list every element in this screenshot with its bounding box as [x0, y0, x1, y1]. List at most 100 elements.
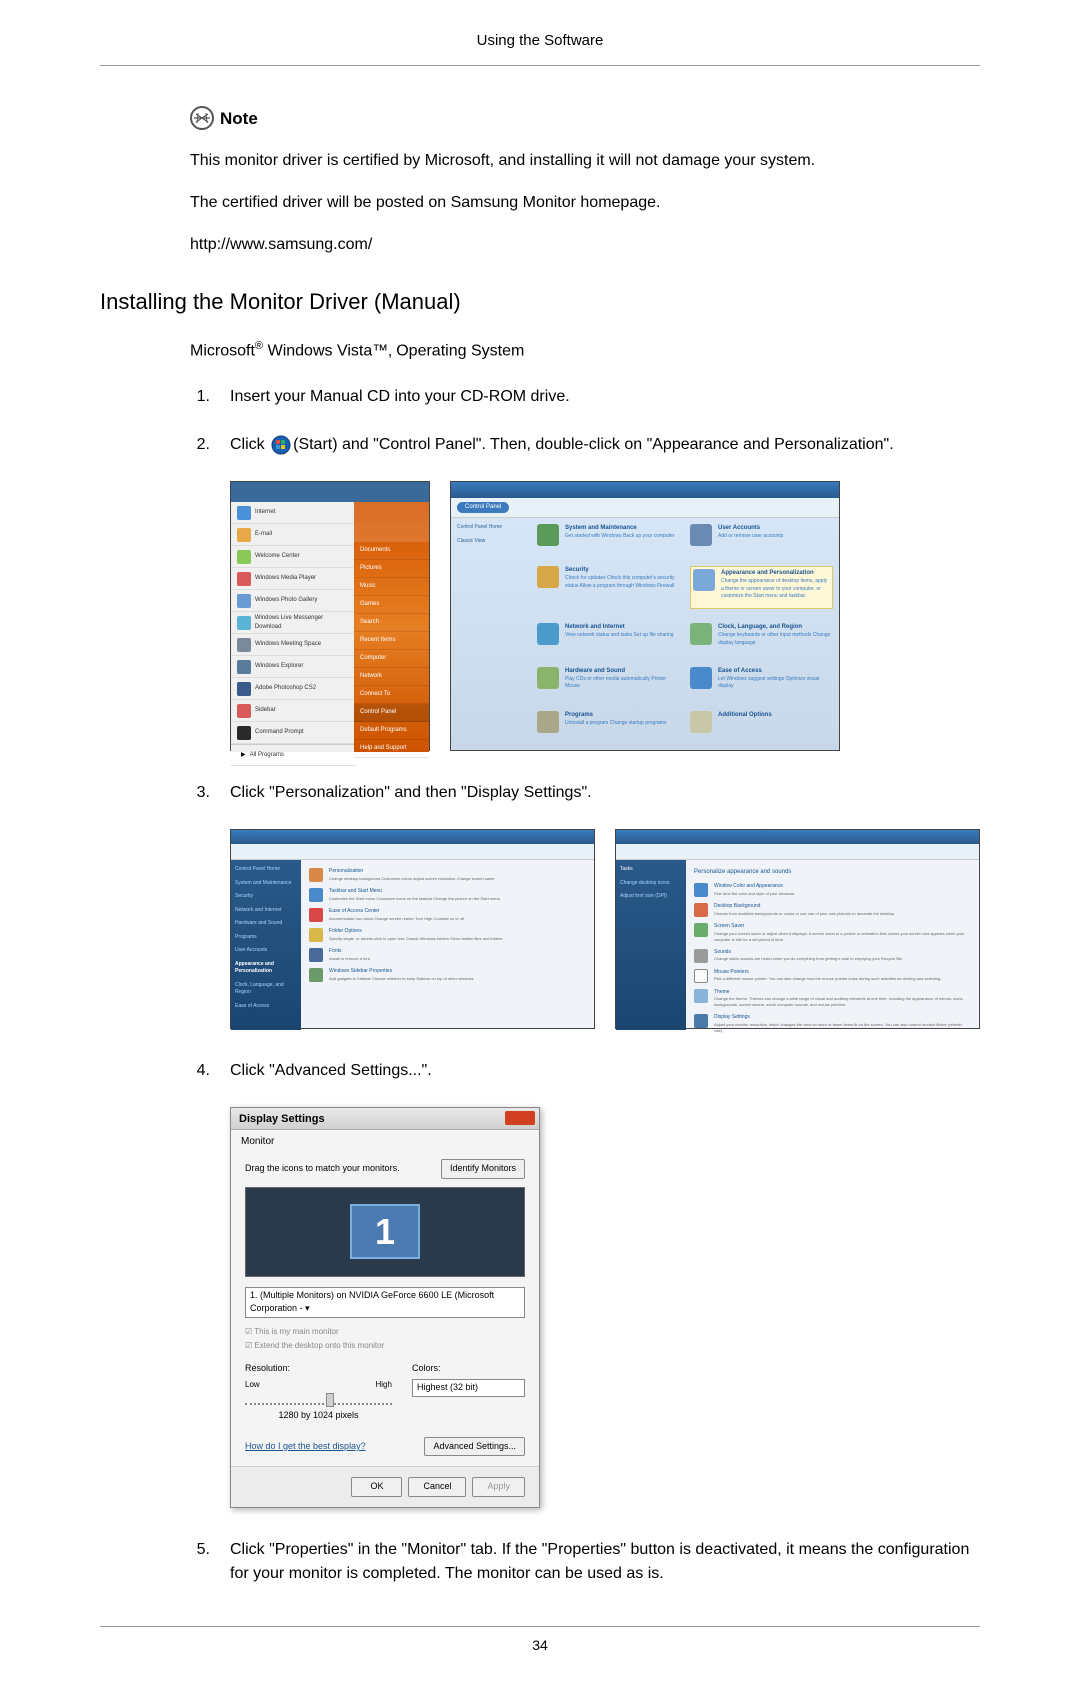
os-suffix: Windows Vista™‚ Operating System	[263, 342, 524, 359]
start-item-label: Sidebar	[255, 706, 276, 715]
screenshot-step-4: Display Settings Monitor Drag the icons …	[230, 1107, 980, 1508]
close-icon[interactable]	[505, 1111, 535, 1125]
item-sub: Change which sounds are heard when you d…	[714, 956, 971, 962]
note-label: Note	[220, 106, 258, 132]
note-line-1: This monitor driver is certified by Micr…	[190, 149, 980, 173]
step-1: 1. Insert your Manual CD into your CD-RO…	[190, 385, 980, 409]
list-item: Display SettingsAdjust your monitor reso…	[694, 1014, 971, 1034]
cp-category-appearance: Appearance and PersonalizationChange the…	[690, 566, 833, 609]
advanced-settings-button[interactable]: Advanced Settings...	[424, 1437, 525, 1457]
sidebar-item: Network and Internet	[235, 907, 297, 915]
item-title: Taskbar and Start Menu	[329, 888, 586, 896]
dialog-title-text: Display Settings	[239, 1113, 325, 1125]
main-monitor-check[interactable]: ☑ This is my main monitor	[245, 1326, 525, 1338]
drag-instruction: Drag the icons to match your monitors.	[245, 1162, 400, 1176]
cp-cat-title: Programs	[565, 711, 666, 720]
item-sub: Choose from available backgrounds or col…	[714, 911, 971, 917]
cp-category: User AccountsAdd or remove user accounts	[690, 524, 833, 552]
appearance-content: PersonalizationChange desktop background…	[301, 860, 594, 1030]
cp-cat-title: Hardware and Sound	[565, 667, 680, 676]
list-item: Music	[354, 578, 429, 596]
identify-button[interactable]: Identify Monitors	[441, 1159, 525, 1179]
cp-cat-sub: Change the appearance of desktop items, …	[721, 578, 830, 601]
mouse-icon	[694, 969, 708, 983]
list-item: Windows Meeting Space	[231, 634, 356, 656]
monitor-preview[interactable]: 1	[245, 1187, 525, 1277]
start-menu-right: Documents Pictures Music Games Search Re…	[354, 502, 429, 752]
globe-icon	[537, 623, 559, 645]
theme-icon	[694, 989, 708, 1003]
sidebar-item: User Accounts	[235, 947, 297, 955]
step-list: 3. Click "Personalization" and then "Dis…	[190, 781, 980, 805]
help-link[interactable]: How do I get the best display?	[245, 1440, 366, 1454]
item-title: Ease of Access Center	[329, 908, 586, 916]
cp-cat-sub: View network status and tasks Set up fil…	[565, 632, 674, 640]
app-icon	[237, 528, 251, 542]
sidebar-item: Adjust font size (DPI)	[620, 893, 682, 901]
step-text: Click "Properties" in the "Monitor" tab.…	[230, 1538, 980, 1586]
slider-thumb[interactable]	[326, 1393, 334, 1407]
list-item: Window Color and AppearanceFine tune the…	[694, 883, 971, 897]
cp-cat-sub: Uninstall a program Change startup progr…	[565, 720, 666, 728]
item-sub: Fine tune the color and style of your wi…	[714, 891, 971, 897]
taskbar-icon	[309, 888, 323, 902]
app-icon	[237, 660, 251, 674]
start-item-label: Welcome Center	[255, 552, 300, 561]
item-sub: Adjust your monitor resolution, which ch…	[714, 1022, 971, 1034]
list-item: Folder OptionsSpecify single- or double-…	[309, 928, 586, 942]
item-title: Mouse Pointers	[714, 969, 971, 977]
step-list: 5. Click "Properties" in the "Monitor" t…	[190, 1538, 980, 1586]
monitor-select[interactable]: 1. (Multiple Monitors) on NVIDIA GeForce…	[245, 1287, 525, 1318]
extend-check[interactable]: ☑ Extend the desktop onto this monitor	[245, 1340, 525, 1352]
appearance-window: Control Panel Home System and Maintenanc…	[230, 829, 595, 1029]
cancel-button[interactable]: Cancel	[408, 1477, 466, 1497]
item-title: Fonts	[329, 948, 586, 956]
item-sub: Install or remove a font	[329, 956, 586, 962]
cp-category: Network and InternetView network status …	[537, 623, 680, 653]
list-item: Command Prompt	[231, 722, 356, 744]
list-item: Internet	[231, 502, 356, 524]
cp-category: System and MaintenanceGet started with W…	[537, 524, 680, 552]
resolution-slider[interactable]	[245, 1395, 392, 1405]
sidebar-item: Change desktop icons	[620, 880, 682, 888]
step-number: 1.	[190, 385, 210, 409]
window-toolbar: Control Panel	[451, 498, 839, 518]
cp-cat-sub: Let Windows suggest settings Optimize vi…	[718, 676, 833, 691]
window-titlebar	[451, 482, 839, 498]
list-item: Taskbar and Start MenuCustomize the Star…	[309, 888, 586, 902]
window-titlebar	[616, 830, 979, 844]
apply-button[interactable]: Apply	[472, 1477, 525, 1497]
item-sub: Pick a different mouse pointer. You can …	[714, 976, 971, 982]
item-title: Window Color and Appearance	[714, 883, 971, 891]
step-list: 4. Click "Advanced Settings...".	[190, 1059, 980, 1083]
item-sub: Change your screen saver or adjust when …	[714, 931, 971, 943]
folder-icon	[309, 928, 323, 942]
start-item-label: Command Prompt	[255, 728, 304, 737]
breadcrumb: Control Panel	[457, 502, 509, 513]
monitor-tab[interactable]: Monitor	[231, 1130, 539, 1149]
hardware-icon	[537, 667, 559, 689]
header-rule	[100, 65, 980, 66]
os-prefix: Microsoft	[190, 342, 255, 359]
additional-icon	[690, 711, 712, 733]
list-item: Welcome Center	[231, 546, 356, 568]
note-icon	[190, 106, 214, 130]
window-toolbar	[231, 844, 594, 860]
colors-select[interactable]: Highest (32 bit)	[412, 1379, 525, 1397]
cp-cat-title: Security	[565, 566, 680, 575]
dialog-title: Display Settings	[231, 1108, 539, 1130]
monitor-thumb[interactable]: 1	[350, 1204, 420, 1259]
monitor-icon	[693, 569, 715, 591]
step-text: Click "Personalization" and then "Displa…	[230, 781, 980, 805]
note-line-2: The certified driver will be posted on S…	[190, 191, 980, 215]
start-item-label: Windows Live Messenger Download	[255, 614, 350, 632]
step-5: 5. Click "Properties" in the "Monitor" t…	[190, 1538, 980, 1586]
item-sub: Add gadgets to Sidebar Choose whether to…	[329, 976, 586, 982]
ok-button[interactable]: OK	[351, 1477, 402, 1497]
personalization-sidebar: Tasks Change desktop icons Adjust font s…	[616, 860, 686, 1030]
sidebar-item: Tasks	[620, 866, 682, 874]
cp-cat-title: System and Maintenance	[565, 524, 675, 533]
app-icon	[237, 704, 251, 718]
sidebar-props-icon	[309, 968, 323, 982]
app-icon	[237, 682, 251, 696]
